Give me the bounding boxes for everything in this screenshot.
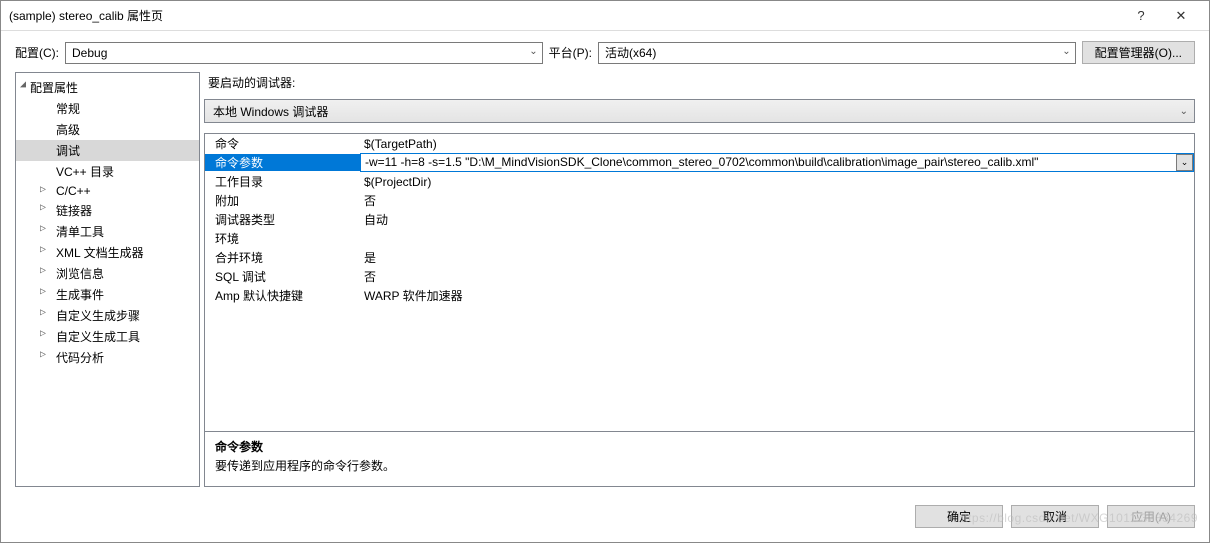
tree-item[interactable]: 高级 xyxy=(16,119,199,140)
caret-right-icon: ▷ xyxy=(40,307,46,318)
property-name: Amp 默认快捷键 xyxy=(205,287,360,304)
titlebar: (sample) stereo_calib 属性页 ? ✕ xyxy=(1,1,1209,31)
right-panel: 要启动的调试器: 本地 Windows 调试器 ⌄ 命令$(TargetPath… xyxy=(204,72,1195,487)
grid-row[interactable]: SQL 调试否 xyxy=(205,267,1194,286)
debugger-value: 本地 Windows 调试器 xyxy=(213,103,328,120)
property-name: 合并环境 xyxy=(205,249,360,266)
property-value[interactable]: 否 xyxy=(360,192,1194,209)
cancel-button[interactable]: 取消 xyxy=(1011,505,1099,528)
config-value: Debug xyxy=(72,46,107,60)
tree-item[interactable]: VC++ 目录 xyxy=(16,161,199,182)
property-name: 调试器类型 xyxy=(205,211,360,228)
grid-row[interactable]: Amp 默认快捷键WARP 软件加速器 xyxy=(205,286,1194,305)
caret-right-icon: ▷ xyxy=(40,202,46,213)
tree-item-label: 代码分析 xyxy=(56,351,104,365)
grid-row[interactable]: 命令参数-w=11 -h=8 -s=1.5 "D:\M_MindVisionSD… xyxy=(205,153,1194,172)
tree-item-label: 浏览信息 xyxy=(56,267,104,281)
caret-right-icon: ▷ xyxy=(40,349,46,360)
caret-right-icon: ▷ xyxy=(40,184,46,195)
property-grid: 命令$(TargetPath)命令参数-w=11 -h=8 -s=1.5 "D:… xyxy=(205,134,1194,431)
description-text: 要传递到应用程序的命令行参数。 xyxy=(215,457,1184,474)
property-name: 命令 xyxy=(205,135,360,152)
tree-item-label: C/C++ xyxy=(56,184,91,198)
tree-item[interactable]: 常规 xyxy=(16,98,199,119)
property-grid-container: 命令$(TargetPath)命令参数-w=11 -h=8 -s=1.5 "D:… xyxy=(204,133,1195,487)
tree-item-label: 链接器 xyxy=(56,204,92,218)
footer: 确定 取消 应用(A) xyxy=(1,497,1209,542)
property-name: 工作目录 xyxy=(205,173,360,190)
tree-item-label: 生成事件 xyxy=(56,288,104,302)
property-name: 附加 xyxy=(205,192,360,209)
property-name: SQL 调试 xyxy=(205,268,360,285)
chevron-down-icon: ⌄ xyxy=(529,46,537,57)
caret-down-icon: ◢ xyxy=(20,79,26,90)
tree-item[interactable]: ▷ 代码分析 xyxy=(16,347,199,368)
description-title: 命令参数 xyxy=(215,438,1184,455)
property-value[interactable]: $(ProjectDir) xyxy=(360,175,1194,189)
config-row: 配置(C): Debug ⌄ 平台(P): 活动(x64) ⌄ 配置管理器(O)… xyxy=(1,31,1209,72)
debugger-select[interactable]: 本地 Windows 调试器 ⌄ xyxy=(204,99,1195,123)
property-value[interactable]: 是 xyxy=(360,249,1194,266)
grid-row[interactable]: 工作目录$(ProjectDir) xyxy=(205,172,1194,191)
tree-item-label: VC++ 目录 xyxy=(56,165,114,179)
grid-row[interactable]: 环境 xyxy=(205,229,1194,248)
tree-item-label: 清单工具 xyxy=(56,225,104,239)
grid-row[interactable]: 命令$(TargetPath) xyxy=(205,134,1194,153)
nav-tree: ◢ 配置属性 常规高级调试 VC++ 目录 ▷ C/C++ ▷ 链接器 ▷ 清单工具 ▷ XML … xyxy=(15,72,200,487)
tree-item[interactable]: ▷ 清单工具 xyxy=(16,221,199,242)
tree-item[interactable]: ▷ 浏览信息 xyxy=(16,263,199,284)
tree-item[interactable]: 调试 xyxy=(16,140,199,161)
tree-item-label: XML 文档生成器 xyxy=(56,246,144,260)
tree-item[interactable]: ▷ 链接器 xyxy=(16,200,199,221)
tree-item[interactable]: ▷ 生成事件 xyxy=(16,284,199,305)
window-title: (sample) stereo_calib 属性页 xyxy=(9,7,1121,24)
tree-item[interactable]: ▷ 自定义生成工具 xyxy=(16,326,199,347)
tree-item-label: 调试 xyxy=(56,144,80,158)
tree-item-label: 自定义生成步骤 xyxy=(56,309,140,323)
chevron-down-icon: ⌄ xyxy=(1180,106,1188,117)
ok-button[interactable]: 确定 xyxy=(915,505,1003,528)
caret-right-icon: ▷ xyxy=(40,265,46,276)
tree-item[interactable]: ▷ C/C++ xyxy=(16,182,199,200)
tree-item[interactable]: ▷ 自定义生成步骤 xyxy=(16,305,199,326)
property-value[interactable]: 自动 xyxy=(360,211,1194,228)
config-manager-button[interactable]: 配置管理器(O)... xyxy=(1082,41,1195,64)
grid-row[interactable]: 调试器类型自动 xyxy=(205,210,1194,229)
section-label: 要启动的调试器: xyxy=(204,72,1195,93)
grid-row[interactable]: 合并环境是 xyxy=(205,248,1194,267)
platform-select[interactable]: 活动(x64) ⌄ xyxy=(598,42,1076,64)
property-value[interactable]: -w=11 -h=8 -s=1.5 "D:\M_MindVisionSDK_Cl… xyxy=(360,153,1194,172)
platform-value: 活动(x64) xyxy=(605,44,656,61)
property-name: 命令参数 xyxy=(205,154,360,171)
caret-right-icon: ▷ xyxy=(40,244,46,255)
description-panel: 命令参数 要传递到应用程序的命令行参数。 xyxy=(205,431,1194,486)
close-icon[interactable]: ✕ xyxy=(1161,8,1201,24)
tree-item[interactable]: ▷ XML 文档生成器 xyxy=(16,242,199,263)
caret-right-icon: ▷ xyxy=(40,286,46,297)
config-label: 配置(C): xyxy=(15,44,59,61)
chevron-down-icon: ⌄ xyxy=(1062,46,1070,57)
caret-right-icon: ▷ xyxy=(40,328,46,339)
dropdown-icon[interactable]: ⌄ xyxy=(1176,154,1193,171)
tree-item-label: 自定义生成工具 xyxy=(56,330,140,344)
grid-row[interactable]: 附加否 xyxy=(205,191,1194,210)
property-name: 环境 xyxy=(205,230,360,247)
tree-root[interactable]: ◢ 配置属性 xyxy=(16,77,199,98)
platform-label: 平台(P): xyxy=(549,44,592,61)
property-value[interactable]: $(TargetPath) xyxy=(360,137,1194,151)
config-select[interactable]: Debug ⌄ xyxy=(65,42,543,64)
apply-button[interactable]: 应用(A) xyxy=(1107,505,1195,528)
help-icon[interactable]: ? xyxy=(1121,8,1161,23)
tree-item-label: 常规 xyxy=(56,102,80,116)
caret-right-icon: ▷ xyxy=(40,223,46,234)
tree-item-label: 高级 xyxy=(56,123,80,137)
property-value[interactable]: WARP 软件加速器 xyxy=(360,287,1194,304)
property-value[interactable]: 否 xyxy=(360,268,1194,285)
